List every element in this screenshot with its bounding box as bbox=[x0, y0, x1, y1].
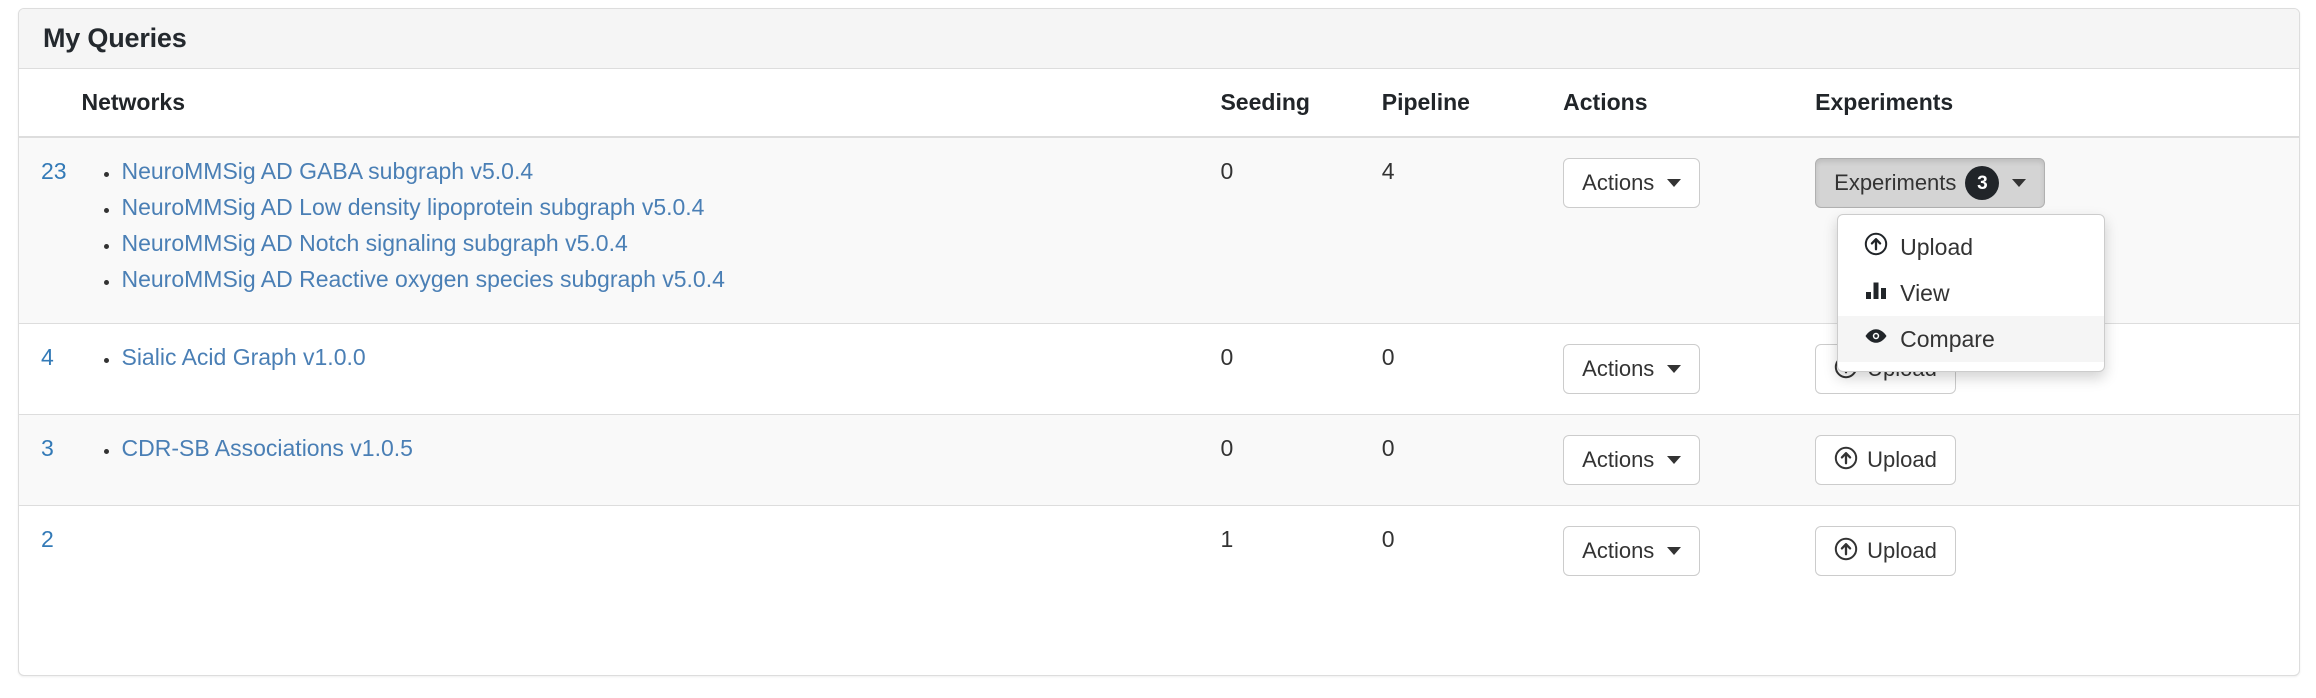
network-list: CDR-SB Associations v1.0.5 bbox=[81, 435, 1210, 462]
experiments-dropdown-button[interactable]: Experiments 3 bbox=[1815, 158, 2045, 208]
network-list: Sialic Acid Graph v1.0.0 bbox=[81, 344, 1210, 371]
seeding-value: 0 bbox=[1220, 137, 1381, 323]
networks-cell: CDR-SB Associations v1.0.5 bbox=[81, 414, 1220, 505]
experiments-cell: Experiments 3 Upload bbox=[1815, 137, 2299, 323]
actions-dropdown-button[interactable]: Actions bbox=[1563, 526, 1700, 576]
experiments-cell: Upload bbox=[1815, 414, 2299, 505]
list-item: NeuroMMSig AD Reactive oxygen species su… bbox=[121, 266, 1210, 293]
queries-table: Networks Seeding Pipeline Actions Experi… bbox=[19, 69, 2299, 596]
networks-cell: NeuroMMSig AD GABA subgraph v5.0.4 Neuro… bbox=[81, 137, 1220, 323]
actions-button-label: Actions bbox=[1582, 540, 1654, 562]
list-item: CDR-SB Associations v1.0.5 bbox=[121, 435, 1210, 462]
chevron-down-icon bbox=[1667, 456, 1681, 464]
column-header-actions: Actions bbox=[1563, 69, 1815, 137]
actions-button-label: Actions bbox=[1582, 358, 1654, 380]
table-row: 2 1 0 Actions bbox=[19, 505, 2299, 596]
page-root: My Queries Networks Seeding Pipeline Act… bbox=[0, 0, 2316, 698]
query-id-link[interactable]: 23 bbox=[41, 158, 67, 184]
chevron-down-icon bbox=[1667, 179, 1681, 187]
experiments-cell: Upload bbox=[1815, 505, 2299, 596]
dropdown-item-compare[interactable]: Compare bbox=[1838, 316, 2104, 362]
network-link[interactable]: CDR-SB Associations v1.0.5 bbox=[121, 435, 412, 461]
page-title: My Queries bbox=[43, 23, 187, 54]
my-queries-card: My Queries Networks Seeding Pipeline Act… bbox=[18, 8, 2300, 676]
upload-button[interactable]: Upload bbox=[1815, 435, 1956, 485]
list-item: NeuroMMSig AD Low density lipoprotein su… bbox=[121, 194, 1210, 221]
networks-cell bbox=[81, 505, 1220, 596]
row-id-cell: 4 bbox=[19, 323, 81, 414]
actions-dropdown-button[interactable]: Actions bbox=[1563, 158, 1700, 208]
network-link[interactable]: NeuroMMSig AD Notch signaling subgraph v… bbox=[121, 230, 627, 256]
column-header-pipeline: Pipeline bbox=[1382, 69, 1563, 137]
table-header-row: Networks Seeding Pipeline Actions Experi… bbox=[19, 69, 2299, 137]
upload-button[interactable]: Upload bbox=[1815, 526, 1956, 576]
row-id-cell: 23 bbox=[19, 137, 81, 323]
networks-cell: Sialic Acid Graph v1.0.0 bbox=[81, 323, 1220, 414]
network-link[interactable]: NeuroMMSig AD Reactive oxygen species su… bbox=[121, 266, 724, 292]
column-header-experiments: Experiments bbox=[1815, 69, 2299, 137]
query-id-link[interactable]: 2 bbox=[41, 526, 54, 552]
network-link[interactable]: NeuroMMSig AD Low density lipoprotein su… bbox=[121, 194, 704, 220]
pipeline-value: 4 bbox=[1382, 137, 1563, 323]
pipeline-value: 0 bbox=[1382, 505, 1563, 596]
table-body: 23 NeuroMMSig AD GABA subgraph v5.0.4 Ne… bbox=[19, 137, 2299, 596]
card-header: My Queries bbox=[19, 9, 2299, 69]
column-header-networks: Networks bbox=[81, 69, 1220, 137]
query-id-link[interactable]: 4 bbox=[41, 344, 54, 370]
list-item: Sialic Acid Graph v1.0.0 bbox=[121, 344, 1210, 371]
actions-cell: Actions bbox=[1563, 414, 1815, 505]
table-row: 3 CDR-SB Associations v1.0.5 0 0 Actions bbox=[19, 414, 2299, 505]
eye-icon bbox=[1864, 324, 1888, 354]
actions-button-label: Actions bbox=[1582, 449, 1654, 471]
chevron-down-icon bbox=[1667, 547, 1681, 555]
experiments-dropdown-wrapper: Experiments 3 Upload bbox=[1815, 158, 2045, 208]
arrow-up-circle-icon bbox=[1834, 446, 1858, 474]
dropdown-item-view[interactable]: View bbox=[1838, 270, 2104, 316]
upload-button-label: Upload bbox=[1867, 540, 1937, 562]
network-link[interactable]: Sialic Acid Graph v1.0.0 bbox=[121, 344, 365, 370]
dropdown-item-label: Upload bbox=[1900, 234, 1973, 261]
actions-cell: Actions bbox=[1563, 137, 1815, 323]
seeding-value: 0 bbox=[1220, 414, 1381, 505]
pipeline-value: 0 bbox=[1382, 414, 1563, 505]
chevron-down-icon bbox=[1667, 365, 1681, 373]
arrow-up-circle-icon bbox=[1864, 232, 1888, 262]
network-link[interactable]: NeuroMMSig AD GABA subgraph v5.0.4 bbox=[121, 158, 533, 184]
experiments-button-label: Experiments bbox=[1834, 172, 1956, 194]
upload-button-label: Upload bbox=[1867, 449, 1937, 471]
dropdown-item-label: View bbox=[1900, 280, 1949, 307]
seeding-value: 0 bbox=[1220, 323, 1381, 414]
chevron-down-icon bbox=[2012, 179, 2026, 187]
row-id-cell: 3 bbox=[19, 414, 81, 505]
actions-cell: Actions bbox=[1563, 505, 1815, 596]
column-header-seeding: Seeding bbox=[1220, 69, 1381, 137]
experiments-count-badge: 3 bbox=[1965, 166, 1999, 200]
dropdown-item-label: Compare bbox=[1900, 326, 1995, 353]
bar-chart-icon bbox=[1864, 278, 1888, 308]
actions-cell: Actions bbox=[1563, 323, 1815, 414]
list-item: NeuroMMSig AD Notch signaling subgraph v… bbox=[121, 230, 1210, 257]
actions-button-label: Actions bbox=[1582, 172, 1654, 194]
actions-dropdown-button[interactable]: Actions bbox=[1563, 435, 1700, 485]
list-item: NeuroMMSig AD GABA subgraph v5.0.4 bbox=[121, 158, 1210, 185]
experiments-dropdown-menu: Upload View bbox=[1837, 214, 2105, 372]
actions-dropdown-button[interactable]: Actions bbox=[1563, 344, 1700, 394]
network-list: NeuroMMSig AD GABA subgraph v5.0.4 Neuro… bbox=[81, 158, 1210, 294]
dropdown-item-upload[interactable]: Upload bbox=[1838, 224, 2104, 270]
seeding-value: 1 bbox=[1220, 505, 1381, 596]
pipeline-value: 0 bbox=[1382, 323, 1563, 414]
table-row: 23 NeuroMMSig AD GABA subgraph v5.0.4 Ne… bbox=[19, 137, 2299, 323]
row-id-cell: 2 bbox=[19, 505, 81, 596]
arrow-up-circle-icon bbox=[1834, 537, 1858, 565]
table-header: Networks Seeding Pipeline Actions Experi… bbox=[19, 69, 2299, 137]
column-header-id bbox=[19, 69, 81, 137]
query-id-link[interactable]: 3 bbox=[41, 435, 54, 461]
